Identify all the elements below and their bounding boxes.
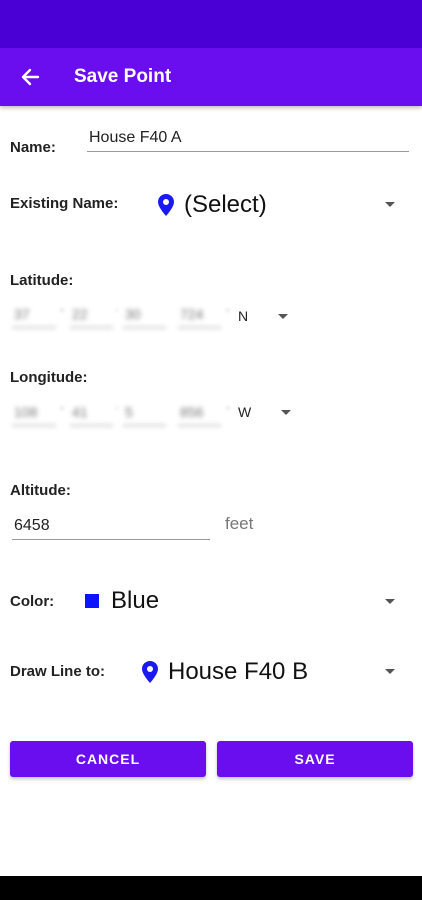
longitude-seconds-field[interactable]: 5 xyxy=(123,404,166,426)
altitude-unit: feet xyxy=(225,514,254,533)
draw-line-spinner[interactable]: House F40 B xyxy=(142,657,378,687)
location-pin-icon xyxy=(158,194,174,216)
dropdown-caret-icon xyxy=(385,202,395,207)
longitude-degrees-field[interactable]: 108 xyxy=(12,404,56,426)
longitude-label: Longitude: xyxy=(10,369,88,386)
altitude-label: Altitude: xyxy=(10,482,71,499)
page-title: Save Point xyxy=(74,66,172,87)
back-button[interactable] xyxy=(14,61,46,93)
existing-name-label: Existing Name: xyxy=(10,195,119,212)
system-navigation-bar xyxy=(0,876,422,900)
second-separator: " xyxy=(226,308,230,319)
existing-name-spinner[interactable]: (Select) xyxy=(158,190,408,220)
latitude-hemisphere-value[interactable]: N xyxy=(238,308,248,324)
status-bar xyxy=(0,0,422,48)
latitude-minutes-field[interactable]: 22 xyxy=(70,306,113,328)
latitude-seconds-field[interactable]: 30 xyxy=(123,306,166,328)
name-label: Name: xyxy=(10,139,56,156)
longitude-minutes-field[interactable]: 41 xyxy=(70,404,113,426)
second-separator: " xyxy=(226,406,230,417)
draw-line-label: Draw Line to: xyxy=(10,663,106,680)
color-value: Blue xyxy=(111,587,160,614)
dropdown-caret-icon xyxy=(278,314,288,319)
color-spinner[interactable]: Blue xyxy=(85,586,385,616)
minute-separator: ' xyxy=(116,406,118,417)
minute-separator: ' xyxy=(116,308,118,319)
cancel-button[interactable]: CANCEL xyxy=(10,741,206,777)
location-pin-icon xyxy=(142,661,158,683)
color-swatch xyxy=(85,594,99,608)
dropdown-caret-icon xyxy=(281,410,291,415)
dropdown-caret-icon xyxy=(385,669,395,674)
degree-separator: ° xyxy=(60,308,64,319)
arrow-back-icon xyxy=(21,68,40,86)
dropdown-caret-icon xyxy=(385,599,395,604)
latitude-label: Latitude: xyxy=(10,272,74,289)
name-input[interactable] xyxy=(87,124,409,152)
latitude-degrees-field[interactable]: 37 xyxy=(12,306,56,328)
save-button[interactable]: SAVE xyxy=(217,741,413,777)
altitude-input[interactable] xyxy=(12,512,210,540)
color-label: Color: xyxy=(10,593,55,610)
longitude-hemisphere-value[interactable]: W xyxy=(238,404,251,420)
latitude-fraction-field[interactable]: 724 xyxy=(178,306,221,328)
degree-separator: ° xyxy=(60,406,64,417)
existing-name-value: (Select) xyxy=(184,191,267,218)
longitude-fraction-field[interactable]: 856 xyxy=(178,404,221,426)
app-bar: Save Point xyxy=(0,48,422,106)
draw-line-value: House F40 B xyxy=(168,658,309,685)
